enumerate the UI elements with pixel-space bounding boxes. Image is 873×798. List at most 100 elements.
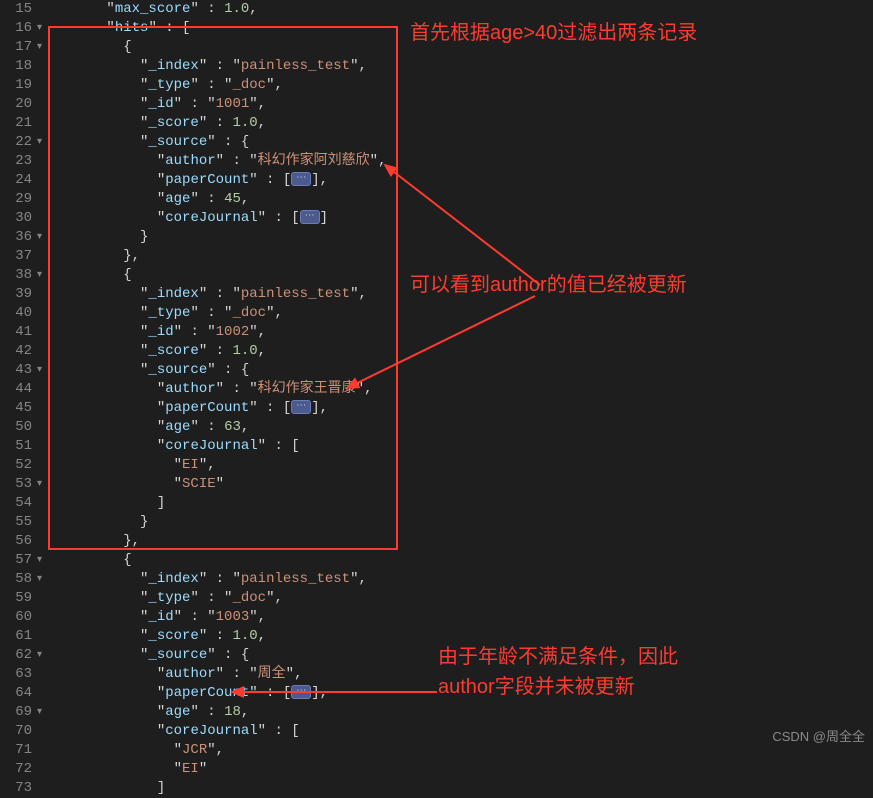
fold-icon[interactable]: ▾ [37, 646, 42, 665]
code-line: "_type" : "_doc", [56, 76, 873, 95]
code-line: { [56, 266, 873, 285]
code-line: "_id" : "1001", [56, 95, 873, 114]
line-number: 42 [4, 342, 32, 361]
code-line: "_source" : { [56, 133, 873, 152]
code-editor: 1516▾17▾1819202122▾2324293036▾3738▾39404… [0, 0, 873, 751]
line-number: 50 [4, 418, 32, 437]
fold-icon[interactable]: ▾ [37, 19, 42, 38]
line-number: 64 [4, 684, 32, 703]
line-number: 55 [4, 513, 32, 532]
collapsed-badge[interactable]: ⋯ [300, 210, 320, 224]
code-line: "_type" : "_doc", [56, 304, 873, 323]
line-number: 60 [4, 608, 32, 627]
line-number: 72 [4, 760, 32, 779]
line-number: 24 [4, 171, 32, 190]
code-line: "_score" : 1.0, [56, 342, 873, 361]
line-number: 51 [4, 437, 32, 456]
code-line: "_id" : "1003", [56, 608, 873, 627]
line-number: 52 [4, 456, 32, 475]
code-line: "_index" : "painless_test", [56, 285, 873, 304]
code-line: "_source" : { [56, 361, 873, 380]
collapsed-badge[interactable]: ⋯ [291, 685, 311, 699]
line-number: 29 [4, 190, 32, 209]
line-number: 62▾ [4, 646, 32, 665]
code-line: } [56, 513, 873, 532]
code-line: "paperCount" : [⋯], [56, 171, 873, 190]
line-number: 30 [4, 209, 32, 228]
fold-icon[interactable]: ▾ [37, 266, 42, 285]
code-line: "EI", [56, 456, 873, 475]
line-number: 58▾ [4, 570, 32, 589]
line-number: 21 [4, 114, 32, 133]
line-number: 17▾ [4, 38, 32, 57]
code-line: } [56, 228, 873, 247]
fold-icon[interactable]: ▾ [37, 38, 42, 57]
line-number: 45 [4, 399, 32, 418]
code-line: "author" : "周全", [56, 665, 873, 684]
line-number: 54 [4, 494, 32, 513]
code-line: "paperCount" : [⋯], [56, 684, 873, 703]
code-line: "age" : 18, [56, 703, 873, 722]
line-number: 37 [4, 247, 32, 266]
code-area[interactable]: "max_score" : 1.0, "hits" : [ { "_index"… [40, 0, 873, 751]
line-number: 53▾ [4, 475, 32, 494]
line-number: 20 [4, 95, 32, 114]
line-number: 39 [4, 285, 32, 304]
line-number: 23 [4, 152, 32, 171]
line-number: 18 [4, 57, 32, 76]
fold-icon[interactable]: ▾ [37, 551, 42, 570]
line-number: 44 [4, 380, 32, 399]
code-line: "coreJournal" : [ [56, 722, 873, 741]
code-line: "SCIE" [56, 475, 873, 494]
line-number: 38▾ [4, 266, 32, 285]
code-line: "coreJournal" : [ [56, 437, 873, 456]
line-number: 59 [4, 589, 32, 608]
line-number: 19 [4, 76, 32, 95]
line-number: 70 [4, 722, 32, 741]
code-line: }, [56, 532, 873, 551]
fold-icon[interactable]: ▾ [37, 703, 42, 722]
code-line: "_source" : { [56, 646, 873, 665]
line-gutter: 1516▾17▾1819202122▾2324293036▾3738▾39404… [0, 0, 40, 751]
line-number: 63 [4, 665, 32, 684]
watermark: CSDN @周全全 [772, 726, 865, 745]
fold-icon[interactable]: ▾ [37, 475, 42, 494]
code-line: "_index" : "painless_test", [56, 57, 873, 76]
code-line: "_score" : 1.0, [56, 627, 873, 646]
collapsed-badge[interactable]: ⋯ [291, 172, 311, 186]
collapsed-badge[interactable]: ⋯ [291, 400, 311, 414]
code-line: "_type" : "_doc", [56, 589, 873, 608]
code-line: "_score" : 1.0, [56, 114, 873, 133]
code-line: }, [56, 247, 873, 266]
code-line: ] [56, 494, 873, 513]
code-line: ] [56, 779, 873, 798]
line-number: 69▾ [4, 703, 32, 722]
line-number: 73 [4, 779, 32, 798]
code-line: "hits" : [ [56, 19, 873, 38]
fold-icon[interactable]: ▾ [37, 570, 42, 589]
line-number: 22▾ [4, 133, 32, 152]
fold-icon[interactable]: ▾ [37, 228, 42, 247]
line-number: 40 [4, 304, 32, 323]
line-number: 43▾ [4, 361, 32, 380]
code-line: "author" : "科幻作家阿刘慈欣", [56, 152, 873, 171]
code-line: "_id" : "1002", [56, 323, 873, 342]
line-number: 36▾ [4, 228, 32, 247]
line-number: 16▾ [4, 19, 32, 38]
code-line: "EI" [56, 760, 873, 779]
code-line: "max_score" : 1.0, [56, 0, 873, 19]
code-line: "_index" : "painless_test", [56, 570, 873, 589]
code-line: { [56, 551, 873, 570]
code-line: "paperCount" : [⋯], [56, 399, 873, 418]
code-line: "age" : 45, [56, 190, 873, 209]
code-line: "age" : 63, [56, 418, 873, 437]
line-number: 57▾ [4, 551, 32, 570]
line-number: 61 [4, 627, 32, 646]
line-number: 15 [4, 0, 32, 19]
fold-icon[interactable]: ▾ [37, 361, 42, 380]
code-line: "coreJournal" : [⋯] [56, 209, 873, 228]
code-line: { [56, 38, 873, 57]
fold-icon[interactable]: ▾ [37, 133, 42, 152]
line-number: 56 [4, 532, 32, 551]
line-number: 41 [4, 323, 32, 342]
